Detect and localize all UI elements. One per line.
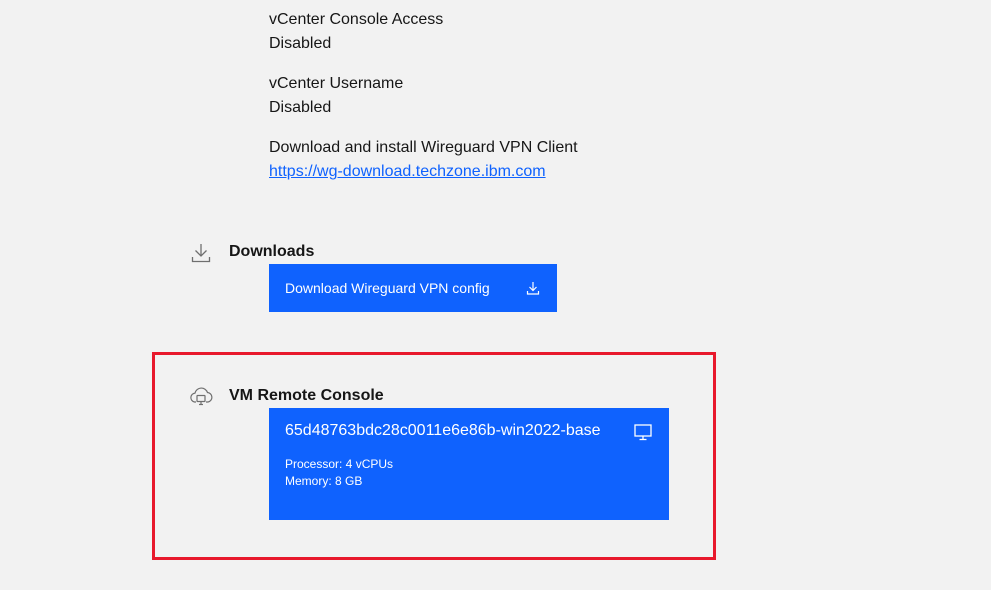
vm-remote-console-tile[interactable]: 65d48763bdc28c0011e6e86b-win2022-base Pr… (269, 408, 669, 520)
vm-details: Processor: 4 vCPUs Memory: 8 GB (285, 456, 653, 490)
field-label: Download and install Wireguard VPN Clien… (269, 139, 578, 156)
download-button-label: Download Wireguard VPN config (285, 280, 490, 296)
vm-processor: Processor: 4 vCPUs (285, 457, 394, 471)
field-value: Disabled (269, 35, 332, 52)
vm-memory: Memory: 8 GB (285, 474, 363, 488)
vm-name: 65d48763bdc28c0011e6e86b-win2022-base (285, 422, 601, 439)
field-label: vCenter Console Access (269, 11, 444, 28)
field-vcenter-console-access: vCenter Console Access Disabled (269, 8, 443, 56)
monitor-icon (633, 422, 653, 442)
download-wireguard-config-button[interactable]: Download Wireguard VPN config (269, 264, 557, 312)
cloud-monitor-icon (189, 384, 213, 408)
vm-remote-console-title: VM Remote Console (229, 387, 384, 404)
field-value: Disabled (269, 99, 332, 116)
field-wireguard-client: Download and install Wireguard VPN Clien… (269, 136, 578, 184)
wireguard-download-link[interactable]: https://wg-download.techzone.ibm.com (269, 160, 578, 184)
downloads-section-title: Downloads (229, 243, 315, 260)
field-vcenter-username: vCenter Username Disabled (269, 72, 403, 120)
field-label: vCenter Username (269, 75, 404, 92)
download-icon (525, 280, 541, 296)
download-icon (189, 241, 213, 265)
